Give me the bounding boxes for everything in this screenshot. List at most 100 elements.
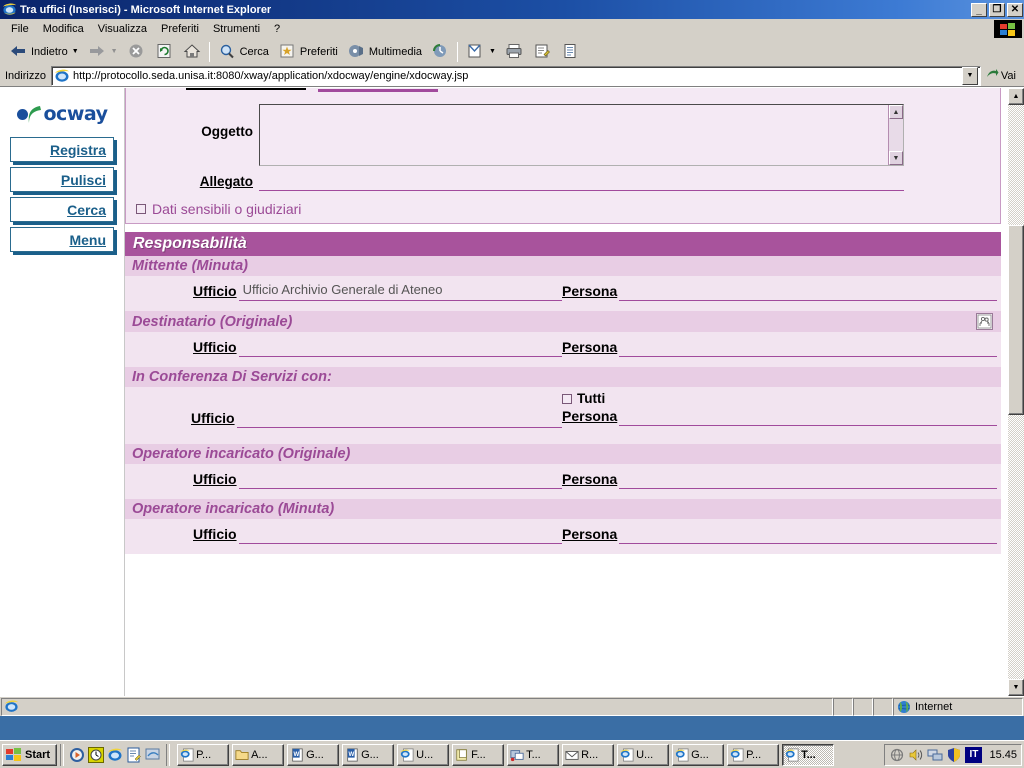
operatore-minuta-ufficio-label: Ufficio	[193, 526, 237, 542]
add-recipients-icon[interactable]	[976, 313, 993, 330]
tray-network-connection-icon[interactable]	[927, 747, 943, 763]
svg-text:W: W	[294, 750, 300, 757]
clock-icon[interactable]	[88, 746, 105, 763]
home-button[interactable]	[178, 40, 206, 64]
oggetto-text-value	[260, 105, 888, 165]
menu-modifica[interactable]: Modifica	[36, 21, 91, 37]
page-scroll-thumb[interactable]	[1008, 225, 1024, 415]
sensitive-data-checkbox[interactable]	[136, 204, 146, 214]
print-button[interactable]	[500, 40, 528, 64]
taskbar-task-button[interactable]: T...	[507, 743, 560, 766]
history-button[interactable]	[426, 40, 454, 64]
address-input[interactable]: http://protocollo.seda.unisa.it:8080/xwa…	[50, 65, 981, 86]
destinatario-persona-input[interactable]	[619, 338, 997, 357]
mail-button[interactable]: ▼	[461, 40, 500, 64]
taskbar-task-button[interactable]: R...	[562, 743, 615, 766]
oggetto-scrollbar[interactable]: ▲ ▼	[888, 105, 903, 165]
operatore-originale-persona-input[interactable]	[619, 470, 997, 489]
section-header-mittente: Mittente (Minuta)	[125, 256, 1001, 276]
taskbar-task-label: G...	[691, 748, 709, 761]
window-controls: _ ❐ ✕	[971, 2, 1023, 17]
back-button[interactable]: Indietro ▼	[4, 40, 83, 64]
sidebar-button-registra[interactable]: Registra	[10, 137, 114, 162]
oggetto-textarea[interactable]: ▲ ▼	[259, 104, 904, 166]
forward-button[interactable]: ▼	[83, 40, 122, 64]
stop-button[interactable]	[122, 40, 150, 64]
notepad-icon[interactable]	[126, 747, 142, 763]
taskbar-task-button[interactable]: T...	[782, 743, 835, 766]
show-desktop-icon[interactable]	[145, 747, 161, 763]
sidebar-button-pulisci[interactable]: Pulisci	[10, 167, 114, 192]
conferenza-persona-input[interactable]	[619, 407, 997, 426]
taskbar-task-button[interactable]: P...	[177, 743, 230, 766]
taskbar-task-button[interactable]: G...	[672, 743, 725, 766]
taskbar-task-button[interactable]: A...	[232, 743, 285, 766]
taskbar-task-button[interactable]: U...	[397, 743, 450, 766]
close-icon: ✕	[1010, 3, 1020, 15]
restore-button[interactable]: ❐	[989, 2, 1005, 17]
tray-volume-icon[interactable]	[908, 747, 924, 763]
forward-dropdown-icon[interactable]: ▼	[111, 48, 118, 55]
tutti-label: Tutti	[577, 391, 606, 406]
scroll-up-icon[interactable]: ▲	[889, 105, 903, 119]
media-player-icon[interactable]	[69, 747, 85, 763]
taskbar-divider-2	[166, 743, 171, 766]
home-icon	[182, 42, 202, 62]
language-indicator[interactable]: IT	[965, 746, 983, 763]
section-operatore-minuta: Operatore incaricato (Minuta) Ufficio Pe…	[125, 499, 1001, 554]
minimize-button[interactable]: _	[971, 2, 987, 17]
mittente-persona-input[interactable]	[619, 282, 997, 301]
allegato-label: Allegato	[199, 174, 253, 189]
tray-network-icon[interactable]	[889, 747, 905, 763]
document-details-panel: Oggetto ▲ ▼ Allegato Dati sensibili o gi…	[125, 88, 1001, 224]
toolbar-separator-2	[457, 41, 459, 62]
allegato-input[interactable]	[259, 174, 904, 191]
mittente-ufficio-input[interactable]: Ufficio Archivio Generale di Ateneo	[238, 282, 562, 301]
menu-file[interactable]: File	[4, 21, 36, 37]
refresh-button[interactable]	[150, 40, 178, 64]
taskbar-clock[interactable]: 15.45	[985, 749, 1017, 761]
menu-help[interactable]: ?	[267, 21, 287, 37]
sidebar-button-cerca[interactable]: Cerca	[10, 197, 114, 222]
folder-icon	[235, 748, 249, 762]
page-scrollbar[interactable]: ▲ ▼	[1007, 88, 1024, 696]
taskbar-task-button[interactable]: W G...	[342, 743, 395, 766]
tray-shield-icon[interactable]	[946, 747, 962, 763]
back-dropdown-icon[interactable]: ▼	[72, 48, 79, 55]
operatore-originale-fields-row: Ufficio Persona	[125, 470, 1001, 489]
discuss-button[interactable]	[556, 40, 584, 64]
taskbar-task-button[interactable]: W G...	[287, 743, 340, 766]
page-scroll-track[interactable]	[1008, 105, 1024, 679]
scroll-up-icon: ▲	[1012, 93, 1020, 100]
operatore-originale-ufficio-input[interactable]	[238, 470, 562, 489]
scroll-down-icon[interactable]: ▼	[889, 151, 903, 165]
operatore-minuta-ufficio-input[interactable]	[238, 525, 562, 544]
taskbar-task-button[interactable]: P...	[727, 743, 780, 766]
conferenza-ufficio-input[interactable]	[236, 409, 562, 428]
media-button[interactable]: Multimedia	[342, 40, 426, 64]
search-button[interactable]: Cerca	[213, 40, 273, 64]
oggetto-label: Oggetto	[201, 124, 253, 139]
edit-button[interactable]	[528, 40, 556, 64]
taskbar-task-button[interactable]: U...	[617, 743, 670, 766]
operatore-minuta-persona-col: Persona	[562, 525, 1001, 544]
menu-visualizza[interactable]: Visualizza	[91, 21, 154, 37]
internet-explorer-quicklaunch-icon[interactable]	[107, 747, 123, 763]
ie-doc-icon	[620, 747, 634, 762]
operatore-minuta-persona-input[interactable]	[619, 525, 997, 544]
page-scroll-up-button[interactable]: ▲	[1008, 88, 1024, 105]
page-scroll-down-button[interactable]: ▼	[1008, 679, 1024, 696]
favorites-button[interactable]: Preferiti	[273, 40, 342, 64]
mail-dropdown-icon[interactable]: ▼	[489, 48, 496, 55]
search-icon	[217, 42, 237, 62]
start-button[interactable]: Start	[2, 743, 58, 766]
menu-strumenti[interactable]: Strumenti	[206, 21, 267, 37]
menu-preferiti[interactable]: Preferiti	[154, 21, 206, 37]
tutti-checkbox[interactable]	[562, 393, 572, 404]
close-button[interactable]: ✕	[1007, 2, 1023, 17]
address-dropdown-button[interactable]: ▼	[961, 66, 978, 85]
go-button[interactable]: Vai	[981, 67, 1022, 84]
taskbar-task-button[interactable]: F...	[452, 743, 505, 766]
sidebar-button-menu[interactable]: Menu	[10, 227, 114, 252]
destinatario-ufficio-input[interactable]	[238, 338, 562, 357]
